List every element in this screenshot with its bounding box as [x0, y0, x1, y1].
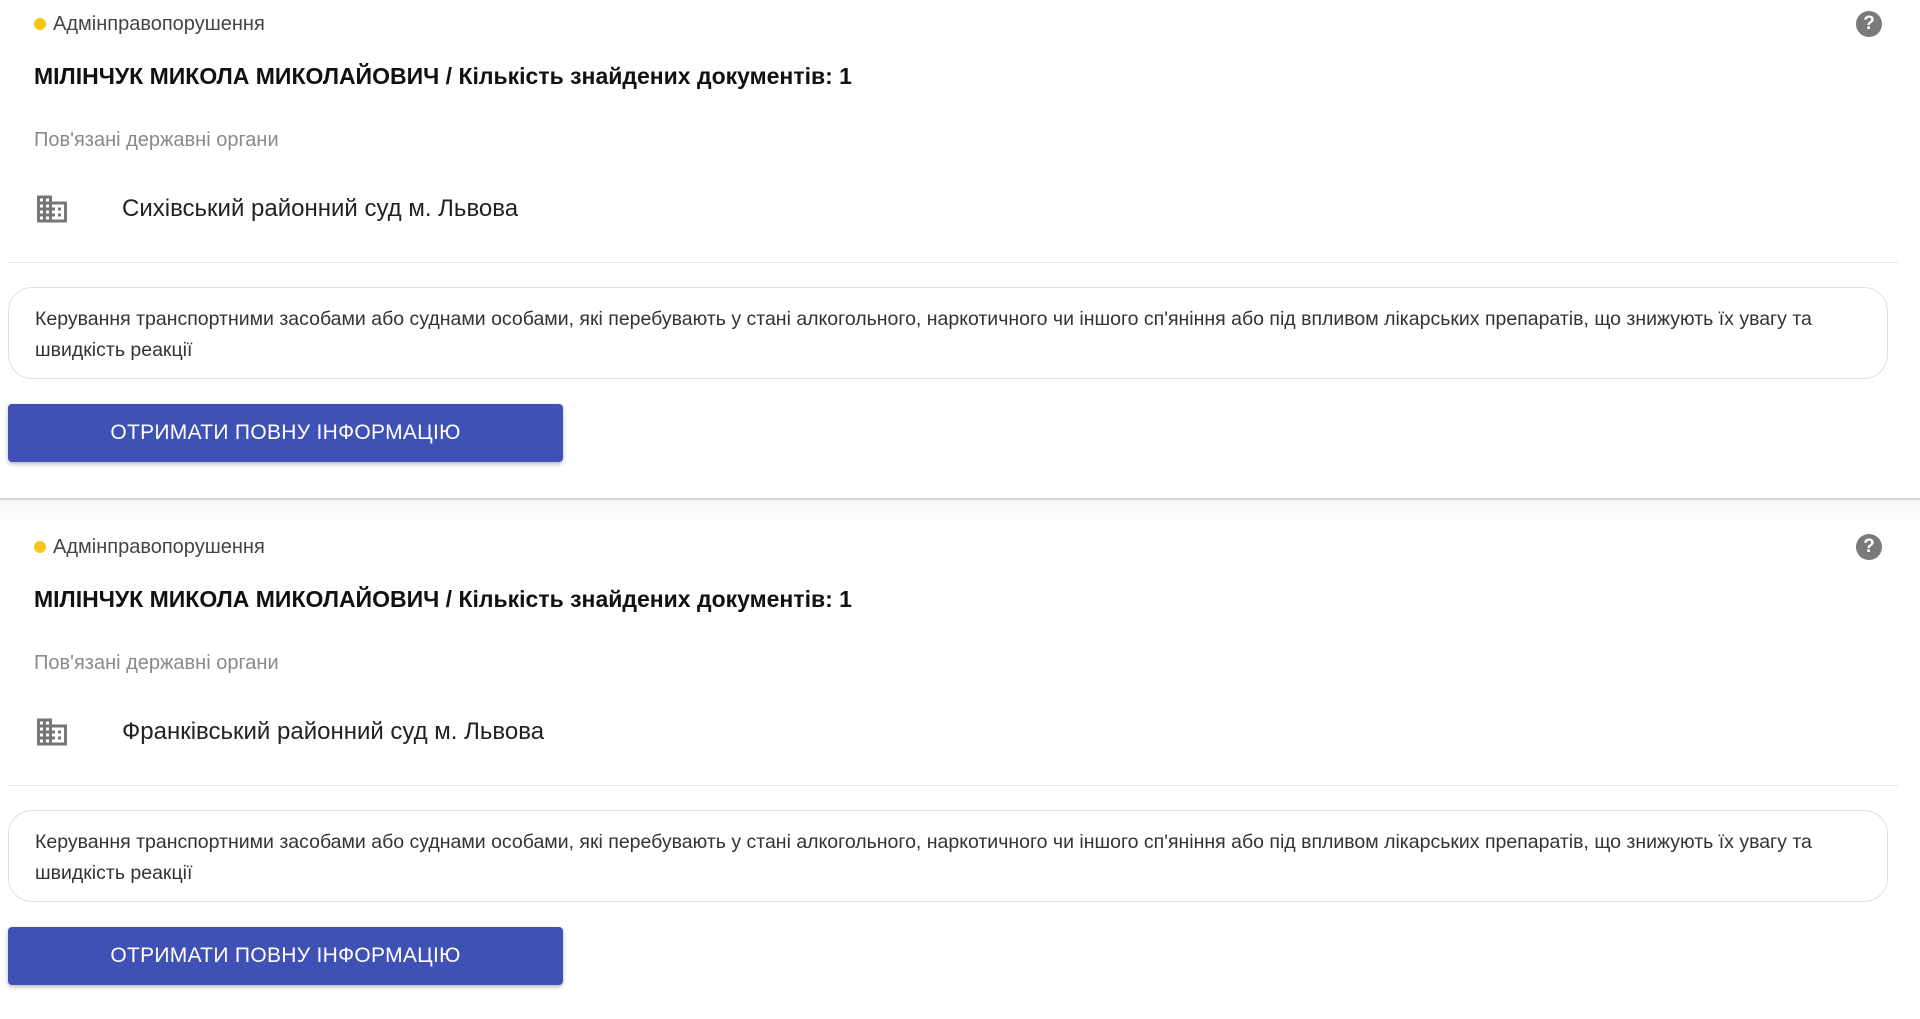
result-card: Адмінправопорушення ? МІЛІНЧУК МИКОЛА МИ…	[0, 498, 1920, 1019]
results-list: Адмінправопорушення ? МІЛІНЧУК МИКОЛА МИ…	[0, 0, 1920, 1019]
organ-name: Франківський районний суд м. Львова	[122, 718, 545, 745]
related-organ-item: Франківський районний суд м. Львова	[8, 699, 1898, 786]
category-row: Адмінправопорушення ?	[8, 523, 1912, 571]
category-row: Адмінправопорушення ?	[8, 0, 1912, 48]
get-full-info-button[interactable]: ОТРИМАТИ ПОВНУ ІНФОРМАЦІЮ	[8, 404, 563, 462]
category-label: Адмінправопорушення	[53, 12, 265, 35]
organ-name: Сихівський районний суд м. Львова	[122, 195, 519, 222]
help-circle-icon[interactable]: ?	[1856, 534, 1882, 560]
result-title: МІЛІНЧУК МИКОЛА МИКОЛАЙОВИЧ / Кількість …	[34, 585, 852, 612]
category-label: Адмінправопорушення	[53, 535, 265, 558]
category-dot	[34, 18, 46, 30]
building-icon	[37, 195, 67, 223]
result-card: Адмінправопорушення ? МІЛІНЧУК МИКОЛА МИ…	[0, 0, 1920, 498]
related-organs-label: Пов'язані державні органи	[34, 651, 279, 674]
get-full-info-button[interactable]: ОТРИМАТИ ПОВНУ ІНФОРМАЦІЮ	[8, 927, 563, 985]
offense-description: Керування транспортними засобами або суд…	[8, 287, 1888, 379]
help-circle-icon[interactable]: ?	[1856, 11, 1882, 37]
result-title: МІЛІНЧУК МИКОЛА МИКОЛАЙОВИЧ / Кількість …	[34, 62, 852, 89]
offense-description: Керування транспортними засобами або суд…	[8, 810, 1888, 902]
related-organs-label: Пов'язані державні органи	[34, 128, 279, 151]
related-organ-item: Сихівський районний суд м. Львова	[8, 176, 1898, 263]
category-dot	[34, 541, 46, 553]
building-icon	[37, 718, 67, 746]
